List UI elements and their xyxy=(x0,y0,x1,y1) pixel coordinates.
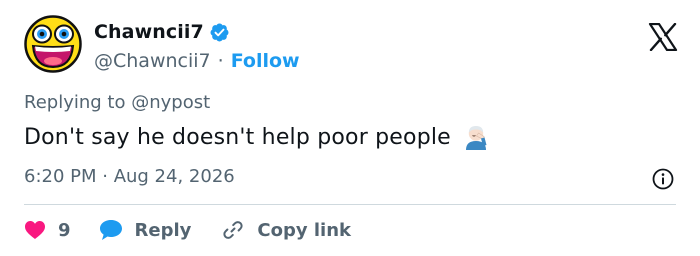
like-count: 9 xyxy=(58,219,71,241)
action-bar: 9 Reply Copy link xyxy=(24,215,351,245)
heart-icon xyxy=(25,221,45,239)
author-display-name[interactable]: Chawncii7 xyxy=(94,21,204,43)
reply-bubble-icon xyxy=(99,220,122,240)
replying-to: Replying to @nypost xyxy=(24,92,210,113)
tweet-text-content: Don't say he doesn't help poor people xyxy=(24,124,451,150)
separator-dot: · xyxy=(217,49,224,72)
copy-link-label: Copy link xyxy=(257,219,351,241)
like-button[interactable]: 9 xyxy=(24,220,71,241)
facepalm-emoji-icon xyxy=(465,126,487,150)
tweet-timestamp[interactable]: 6:20 PM · Aug 24, 2026 xyxy=(24,166,235,187)
divider xyxy=(24,204,676,205)
follow-button[interactable]: Follow xyxy=(231,50,300,72)
x-logo-icon[interactable] xyxy=(648,23,678,51)
author-handle[interactable]: @Chawncii7 xyxy=(94,50,211,72)
reply-button[interactable]: Reply xyxy=(99,219,192,241)
reply-label: Reply xyxy=(134,219,192,241)
info-icon[interactable] xyxy=(651,167,675,191)
link-icon xyxy=(223,221,243,239)
copy-link-button[interactable]: Copy link xyxy=(221,218,351,242)
verified-badge-icon xyxy=(209,22,230,43)
replying-to-mention[interactable]: @nypost xyxy=(131,92,210,113)
tweet-text: Don't say he doesn't help poor people xyxy=(24,124,489,150)
tweet-card: Chawncii7 @Chawncii7 · Follow Replying t… xyxy=(0,0,700,256)
avatar[interactable] xyxy=(24,15,82,73)
replying-to-prefix: Replying to xyxy=(24,92,126,113)
author-block: Chawncii7 @Chawncii7 · Follow xyxy=(94,20,300,74)
